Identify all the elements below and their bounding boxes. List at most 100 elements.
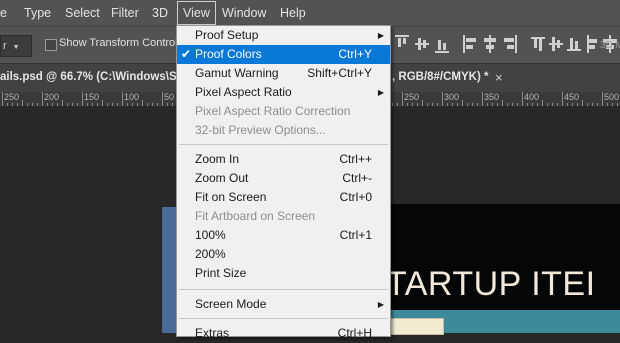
ruler-label: 100: [124, 92, 140, 102]
ruler-tick: [107, 103, 108, 106]
ruler-tick: [432, 103, 433, 106]
menu-edit[interactable]: e: [0, 0, 7, 26]
align-top-icon[interactable]: [395, 35, 409, 53]
ruler-tick: [7, 103, 8, 106]
ruler-tick: [457, 103, 458, 106]
document-tab[interactable]: ails.psd @ 66.7% (C:\Windows\Sys: [0, 64, 190, 92]
menu-item-proof-setup[interactable]: Proof Setup ▶: [177, 26, 390, 45]
ruler-tick: [112, 103, 113, 106]
align-vcenter-icon[interactable]: [415, 35, 429, 53]
menu-separator: [179, 144, 388, 145]
distribute-vcenter-icon[interactable]: [549, 35, 563, 53]
distribute-bottom-icon[interactable]: [567, 35, 581, 53]
align-hcenter-icon[interactable]: [483, 35, 497, 53]
menu-item-label: Extras: [195, 326, 230, 340]
menu-type[interactable]: Type: [24, 0, 51, 26]
align-right-icon[interactable]: [503, 35, 517, 53]
ruler-tick: [437, 103, 438, 106]
menu-separator: [179, 318, 388, 319]
ruler-tick: [452, 103, 453, 106]
ruler-tick: [407, 103, 408, 106]
ruler-label: 400: [524, 92, 540, 102]
ruler-tick: [517, 103, 518, 106]
ruler-tick: [162, 92, 163, 106]
menu-item-label: 32-bit Preview Options...: [195, 123, 326, 137]
menu-item-shortcut: Shift+Ctrl+Y: [307, 66, 372, 80]
ruler-tick: [72, 103, 73, 106]
ruler-label: 200: [44, 92, 60, 102]
menu-item-100[interactable]: 100% Ctrl+1: [177, 226, 390, 245]
menu-window[interactable]: Window: [222, 0, 266, 26]
ruler-tick: [157, 103, 158, 106]
menu-item-gamut-warning[interactable]: Gamut Warning Shift+Ctrl+Y: [177, 64, 390, 83]
menu-item-extras[interactable]: Extras Ctrl+H: [177, 324, 390, 343]
ruler-tick: [612, 103, 613, 106]
menu-item-label: Pixel Aspect Ratio Correction: [195, 104, 351, 118]
ruler-tick: [127, 103, 128, 106]
menu-item-32-bit-preview-options: 32-bit Preview Options...: [177, 121, 390, 140]
ruler-tick: [577, 103, 578, 106]
menu-item-label: Proof Setup: [195, 28, 259, 42]
ruler-tick: [582, 100, 583, 106]
ruler-tick: [567, 103, 568, 106]
ruler-tick: [527, 103, 528, 106]
show-transform-checkbox[interactable]: [45, 39, 57, 51]
tool-preset-dropdown[interactable]: r ▼: [0, 35, 32, 57]
menu-item-proof-colors[interactable]: ✔ Proof Colors Ctrl+Y: [177, 45, 390, 64]
menu-item-label: Zoom In: [195, 152, 240, 166]
menu-item-shortcut: Ctrl+H: [337, 326, 372, 340]
ruler-tick: [82, 92, 83, 106]
menu-item-pixel-aspect-ratio[interactable]: Pixel Aspect Ratio ▶: [177, 83, 390, 102]
ruler-tick: [507, 103, 508, 106]
menu-item-shortcut: Ctrl+0: [339, 190, 372, 204]
ruler-tick: [427, 103, 428, 106]
ruler-label: 150: [84, 92, 100, 102]
menu-item-print-size[interactable]: Print Size: [177, 264, 390, 283]
ruler-tick: [392, 103, 393, 106]
ruler-tick: [442, 92, 443, 106]
ruler-tick: [572, 103, 573, 106]
ruler-tick: [47, 103, 48, 106]
menu-item-zoom-in[interactable]: Zoom In Ctrl++: [177, 150, 390, 169]
menu-item-label: Zoom Out: [195, 171, 249, 185]
ruler-tick: [617, 103, 618, 106]
tool-preset-value: r: [3, 40, 7, 52]
menu-filter[interactable]: Filter: [111, 0, 139, 26]
distribute-left-icon[interactable]: [585, 35, 599, 53]
show-transform-label: Show Transform Controls: [59, 37, 184, 49]
menu-separator: [179, 289, 388, 290]
ruler-tick: [607, 103, 608, 106]
ruler-tick: [22, 100, 23, 106]
ruler-tick: [137, 103, 138, 106]
ruler-label: 450: [564, 92, 580, 102]
ruler-label: 250: [404, 92, 420, 102]
distribute-top-icon[interactable]: [531, 35, 545, 53]
menu-bar: e Type Select Filter 3D View Window Help: [0, 0, 620, 26]
menu-item-zoom-out[interactable]: Zoom Out Ctrl+-: [177, 169, 390, 188]
ruler-tick: [497, 103, 498, 106]
menu-select[interactable]: Select: [65, 0, 100, 26]
3d-mode-label: 3D M: [600, 40, 620, 51]
menu-3d[interactable]: 3D: [152, 0, 168, 26]
ruler-tick: [557, 103, 558, 106]
menu-item-label: 200%: [195, 247, 226, 261]
close-tab-icon[interactable]: ×: [495, 64, 503, 92]
ruler-tick: [472, 103, 473, 106]
menu-help[interactable]: Help: [280, 0, 306, 26]
submenu-arrow-icon: ▶: [377, 300, 384, 309]
ruler-label: 50: [164, 92, 175, 102]
ruler-label: 250: [4, 92, 20, 102]
align-bottom-icon[interactable]: [435, 35, 449, 53]
menu-view[interactable]: View: [177, 1, 216, 25]
align-left-icon[interactable]: [463, 35, 477, 53]
menu-item-screen-mode[interactable]: Screen Mode ▶: [177, 295, 390, 314]
ruler-tick: [467, 103, 468, 106]
menu-item-fit-on-screen[interactable]: Fit on Screen Ctrl+0: [177, 188, 390, 207]
document-tab-suffix[interactable]: , RGB/8#/CMYK) *: [392, 64, 489, 92]
ruler-tick: [32, 103, 33, 106]
ruler-tick: [552, 103, 553, 106]
ruler-tick: [477, 103, 478, 106]
menu-item-200[interactable]: 200%: [177, 245, 390, 264]
menu-item-shortcut: Ctrl+Y: [338, 47, 372, 61]
ruler-tick: [462, 100, 463, 106]
